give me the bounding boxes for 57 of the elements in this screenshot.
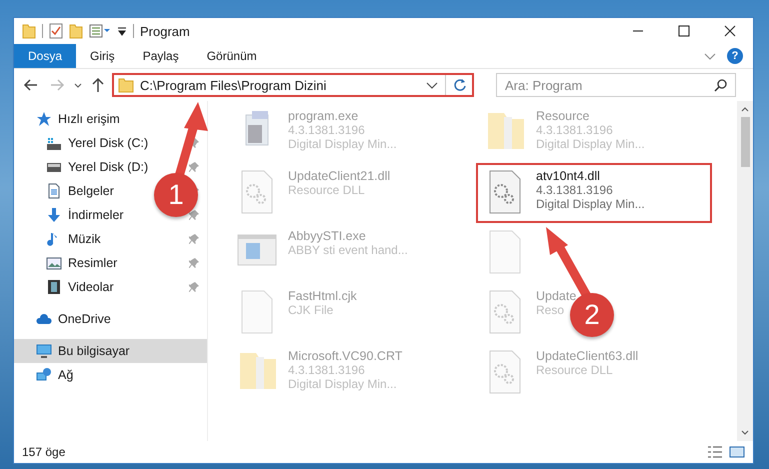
- scroll-down-icon[interactable]: [740, 429, 750, 437]
- drive-icon: [46, 135, 62, 151]
- scroll-up-icon[interactable]: [740, 105, 750, 113]
- file-detail: Reso: [536, 303, 566, 317]
- file-detail: ABBY sti event hand...: [288, 243, 408, 257]
- folder-icon: [118, 77, 134, 93]
- highlighted-file-frame[interactable]: atv10nt4.dll 4.3.1381.3196 Digital Display Min...: [476, 163, 712, 223]
- sidebar-item[interactable]: Ağ: [58, 368, 74, 382]
- file-detail: Digital Display Min...: [288, 137, 397, 151]
- file-detail: Digital Display Min...: [536, 197, 645, 211]
- file-detail: CJK File: [288, 303, 334, 317]
- search-field[interactable]: Ara: Program: [496, 73, 736, 97]
- file-detail: 4.3.1381.3196: [288, 363, 366, 377]
- document-icon: [46, 183, 62, 199]
- sidebar-item[interactable]: İndirmeler: [68, 208, 124, 222]
- sidebar-item[interactable]: OneDrive: [58, 312, 111, 326]
- sidebar-item[interactable]: Yerel Disk (C:): [68, 136, 148, 150]
- large-icons-view-icon[interactable]: [729, 445, 745, 459]
- file-detail: Resource DLL: [536, 363, 614, 377]
- sidebar-item[interactable]: Videolar: [68, 280, 114, 294]
- properties-icon[interactable]: [89, 23, 111, 39]
- file-detail: Digital Display Min...: [536, 137, 645, 151]
- ribbon-tab[interactable]: Görünüm: [192, 44, 271, 68]
- sidebar-item[interactable]: Bu bilgisayar: [58, 344, 130, 358]
- video-icon: [46, 279, 62, 295]
- address-bar[interactable]: C:\Program Files\Program Dizini: [112, 73, 474, 97]
- computer-icon: [36, 343, 52, 359]
- file-detail: Resource DLL: [288, 183, 366, 197]
- sidebar-item[interactable]: Resimler: [68, 256, 118, 270]
- scrollbar-thumb[interactable]: [740, 117, 750, 167]
- sidebar-item[interactable]: Müzik: [68, 232, 101, 246]
- details-view-icon[interactable]: [707, 445, 723, 459]
- help-button[interactable]: ?: [727, 48, 743, 64]
- sidebar-item[interactable]: Yerel Disk (D:): [68, 160, 148, 174]
- ribbon-tab[interactable]: Dosya: [14, 44, 76, 68]
- sidebar-item[interactable]: Belgeler: [68, 184, 114, 198]
- download-icon: [46, 207, 62, 223]
- address-path: C:\Program Files\Program Dizini: [140, 78, 328, 92]
- network-icon: [36, 367, 52, 383]
- item-count: 157 öge: [22, 445, 66, 459]
- ribbon-tab[interactable]: Paylaş: [128, 44, 193, 68]
- file-detail: 4.3.1381.3196: [536, 123, 614, 137]
- pictures-icon: [46, 255, 62, 271]
- checklist-icon[interactable]: [49, 23, 63, 39]
- star-icon: [36, 111, 52, 127]
- refresh-icon[interactable]: [452, 77, 468, 93]
- file-detail: 4.3.1381.3196: [536, 183, 614, 197]
- cloud-icon: [36, 311, 52, 327]
- window-title: Program: [140, 24, 191, 38]
- selected-item-highlight[interactable]: Bu bilgisayar: [14, 339, 207, 363]
- scrollbar[interactable]: [737, 101, 753, 441]
- sidebar-item[interactable]: Hızlı erişim: [58, 112, 120, 126]
- file-detail: Digital Display Min...: [288, 377, 398, 391]
- ribbon-tab[interactable]: Giriş: [76, 44, 129, 68]
- file-name[interactable]: atv10nt4.dll: [536, 169, 645, 183]
- search-icon[interactable]: [714, 78, 728, 92]
- file-detail: 4.3.1381.3196: [288, 123, 366, 137]
